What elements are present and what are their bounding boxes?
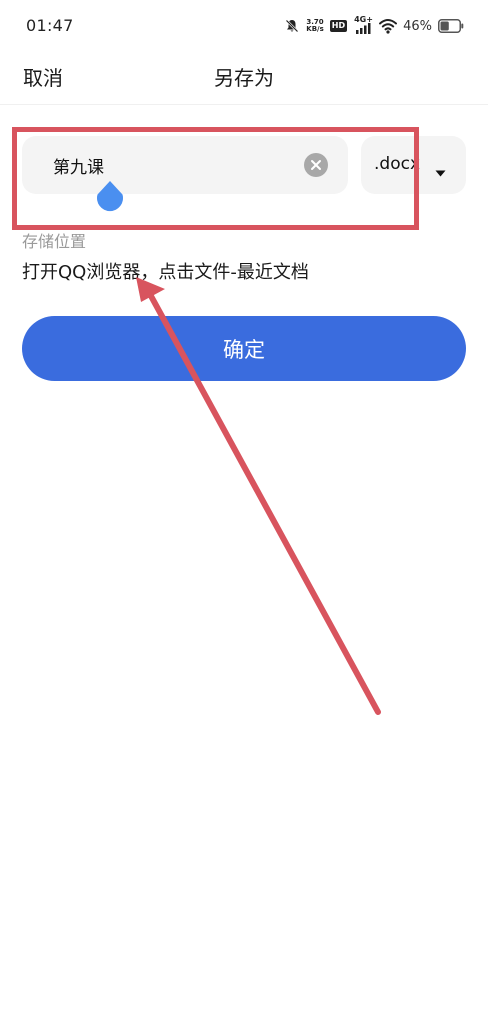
hd-badge: HD: [329, 20, 348, 32]
mute-notification-icon: [284, 18, 300, 34]
storage-location-label: 存储位置: [22, 232, 87, 251]
status-bar: 01:47 3.70 KB/s HD 4G+ 46%: [0, 0, 488, 52]
confirm-button[interactable]: 确定: [22, 316, 466, 381]
file-extension-select[interactable]: .docx: [361, 136, 466, 194]
wifi-icon: [379, 18, 398, 34]
close-icon: [311, 160, 321, 170]
cursor-handle-icon: [97, 181, 123, 212]
top-bar: 取消 另存为: [0, 52, 488, 105]
filename-field[interactable]: [22, 136, 348, 194]
page-title: 另存为: [214, 66, 274, 90]
clear-input-button[interactable]: [304, 153, 328, 177]
status-icons: 3.70 KB/s HD 4G+ 46%: [284, 14, 464, 38]
filename-input[interactable]: [22, 136, 292, 194]
storage-location-value[interactable]: 打开QQ浏览器，点击文件-最近文档: [22, 258, 309, 284]
cellular-signal-icon: 4G+: [353, 15, 373, 35]
status-time: 01:47: [26, 16, 74, 35]
battery-icon: [438, 19, 464, 33]
caret-down-icon: [435, 162, 446, 181]
network-speed: 3.70 KB/s: [306, 18, 324, 33]
text-cursor-handle[interactable]: [95, 180, 125, 214]
file-extension-value: .docx: [374, 154, 421, 174]
battery-percent: 46%: [403, 18, 432, 34]
cancel-button[interactable]: 取消: [23, 62, 63, 91]
